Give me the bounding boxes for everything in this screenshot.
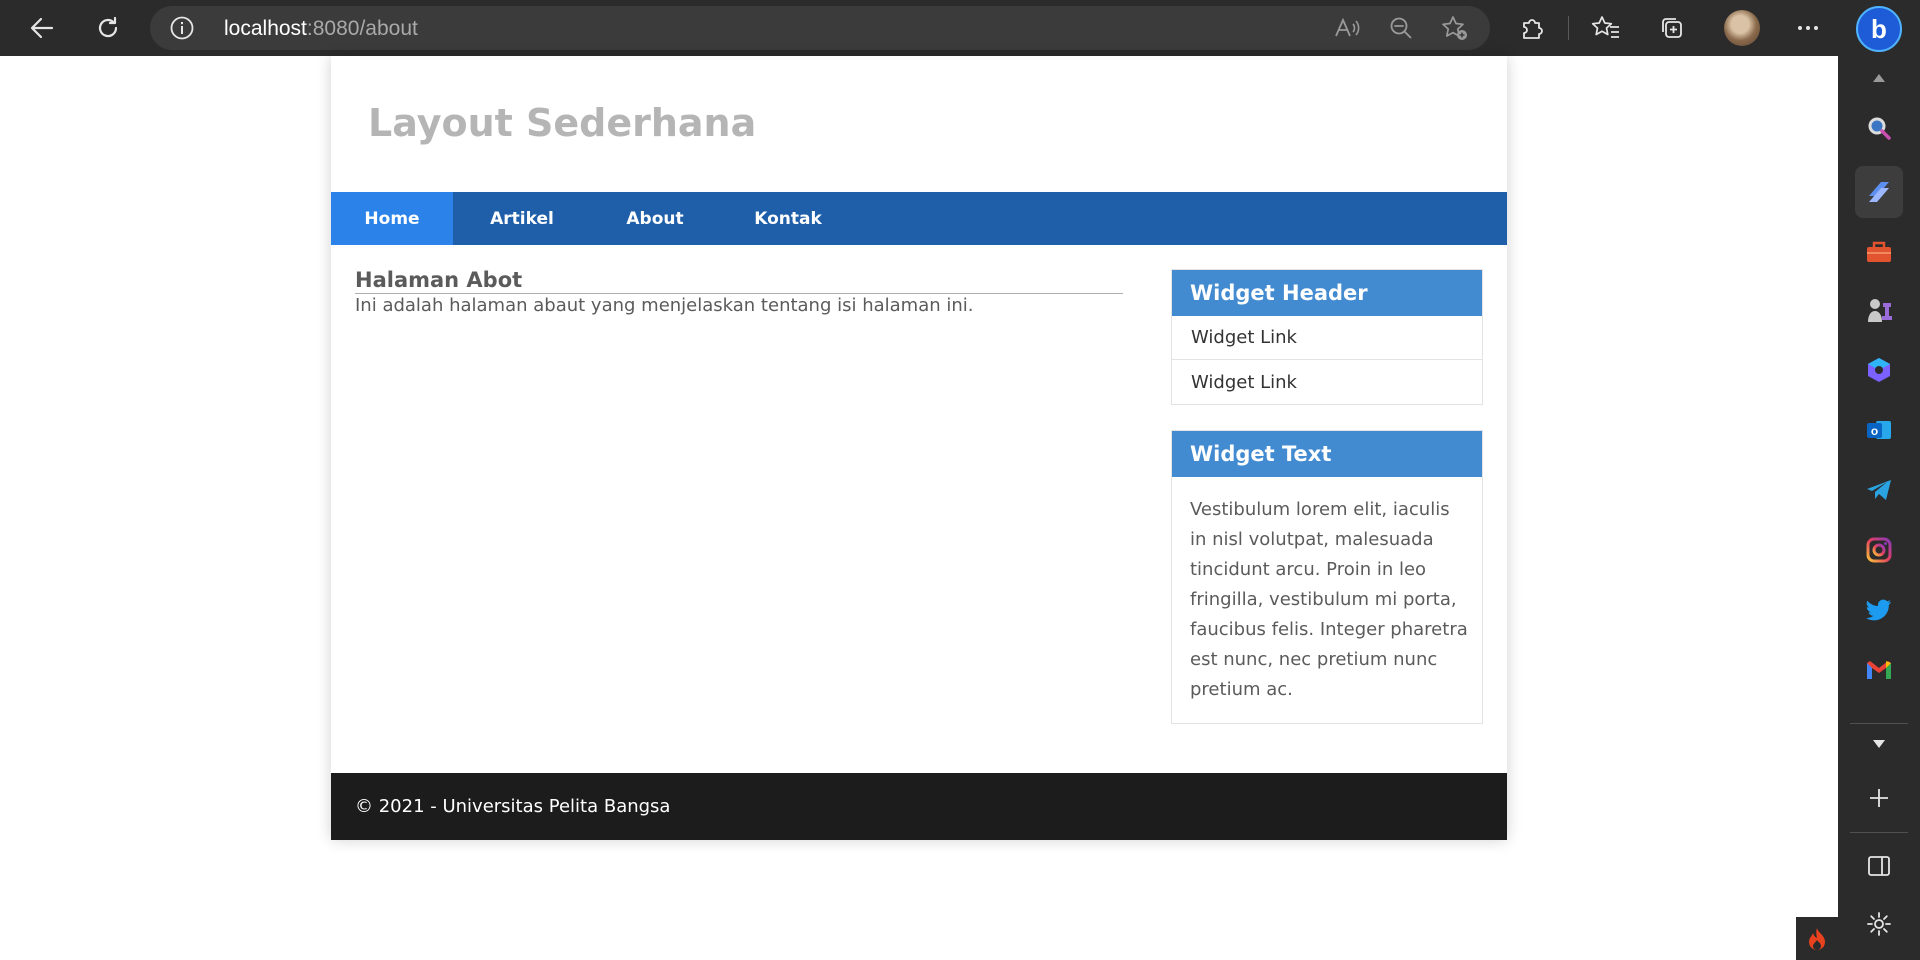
games-icon[interactable] [1859, 290, 1899, 330]
url-text[interactable]: localhost:8080/about [224, 17, 418, 41]
tools-icon[interactable] [1859, 232, 1899, 272]
collections-icon[interactable] [1652, 8, 1692, 48]
widget-header-box: Widget Header Widget Link Widget Link [1171, 269, 1483, 405]
address-bar[interactable]: localhost:8080/about [150, 6, 1490, 50]
settings-icon[interactable] [1859, 904, 1899, 944]
read-aloud-icon[interactable] [1332, 14, 1362, 42]
widget-header-title: Widget Header [1172, 270, 1482, 316]
site-title: Layout Sederhana [368, 101, 757, 145]
nav-artikel[interactable]: Artikel [453, 192, 591, 245]
sidebar-separator [1850, 832, 1908, 833]
scroll-down-icon[interactable] [1859, 724, 1899, 764]
main-nav: Home Artikel About Kontak [331, 192, 1507, 245]
split-view-icon[interactable] [1859, 846, 1899, 886]
nav-home[interactable]: Home [331, 192, 453, 245]
add-favorite-icon[interactable] [1440, 14, 1470, 42]
widget-text-body: Vestibulum lorem elit, iaculis in nisl v… [1190, 499, 1468, 700]
copilot-icon[interactable] [1859, 172, 1899, 212]
site-container: Layout Sederhana Home Artikel About Kont… [331, 56, 1507, 840]
more-icon[interactable] [1788, 8, 1828, 48]
refresh-icon[interactable] [88, 8, 128, 48]
extensions-icon[interactable] [1512, 8, 1552, 48]
main-content: Halaman Abot Ini adalah halaman abaut ya… [355, 268, 1123, 318]
widget-text-title: Widget Text [1172, 431, 1482, 477]
site-footer: © 2021 - Universitas Pelita Bangsa [331, 773, 1507, 840]
instagram-icon[interactable] [1859, 530, 1899, 570]
back-icon[interactable] [22, 8, 62, 48]
codeigniter-debug-icon[interactable] [1796, 917, 1838, 960]
nav-kontak[interactable]: Kontak [719, 192, 857, 245]
telegram-icon[interactable] [1859, 470, 1899, 510]
page-heading: Halaman Abot [355, 268, 1123, 294]
search-icon[interactable] [1859, 108, 1899, 148]
gmail-icon[interactable] [1859, 650, 1899, 690]
bing-chat-icon[interactable]: b [1856, 6, 1902, 52]
outlook-icon[interactable]: o [1859, 410, 1899, 450]
profile-avatar[interactable] [1724, 10, 1760, 46]
site-info-icon[interactable] [168, 14, 196, 42]
add-icon[interactable] [1859, 778, 1899, 818]
widget-link[interactable]: Widget Link [1172, 316, 1482, 360]
svg-text:o: o [1871, 424, 1878, 438]
url-host: localhost [224, 17, 307, 40]
twitter-icon[interactable] [1859, 590, 1899, 630]
favorites-icon[interactable] [1586, 8, 1626, 48]
toolbar-divider [1568, 16, 1569, 40]
widget-text-box: Widget Text Vestibulum lorem elit, iacul… [1171, 430, 1483, 724]
nav-about[interactable]: About [591, 192, 719, 245]
microsoft365-icon[interactable] [1859, 350, 1899, 390]
web-page: Layout Sederhana Home Artikel About Kont… [0, 56, 1838, 960]
edge-sidebar: o [1838, 56, 1920, 960]
browser-toolbar: localhost:8080/about b [0, 0, 1920, 56]
scroll-up-icon[interactable] [1859, 58, 1899, 98]
url-path: :8080/about [306, 17, 418, 40]
page-body: Ini adalah halaman abaut yang menjelaska… [355, 295, 974, 316]
widget-link[interactable]: Widget Link [1172, 360, 1482, 404]
zoom-out-icon[interactable] [1386, 14, 1416, 42]
